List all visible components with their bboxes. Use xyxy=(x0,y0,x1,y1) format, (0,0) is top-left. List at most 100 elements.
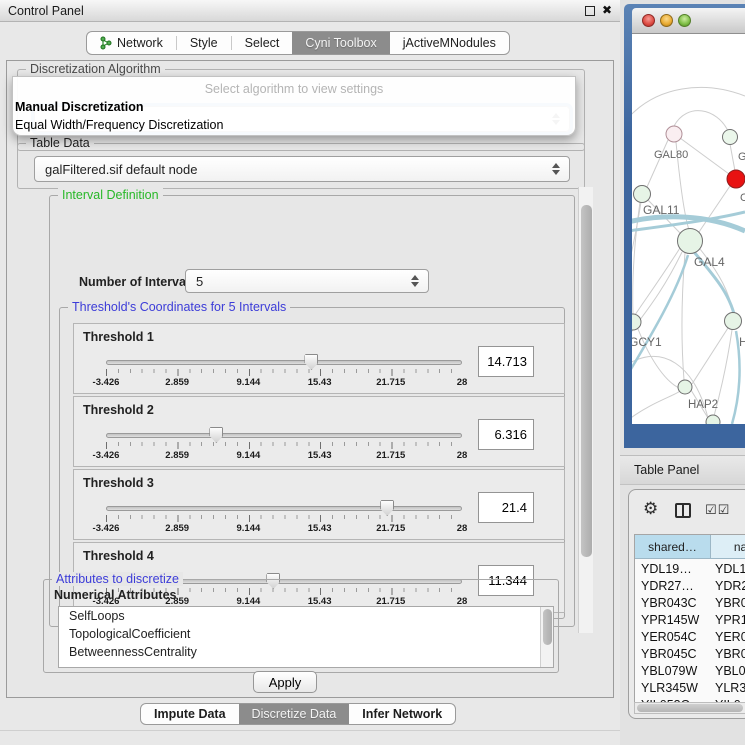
threshold-2-slider[interactable]: -3.426 2.859 9.144 15.43 21.715 28 xyxy=(106,397,462,468)
tick-label: 15.43 xyxy=(308,450,332,461)
node-hap2[interactable] xyxy=(678,380,692,394)
tick-label: 21.715 xyxy=(376,450,405,461)
node-gal80[interactable] xyxy=(666,126,682,142)
table-cell[interactable]: YDR2 xyxy=(715,579,745,596)
divider xyxy=(0,730,620,731)
tick-label: -3.426 xyxy=(93,450,120,461)
threshold-1-slider[interactable]: -3.426 2.859 9.144 15.43 21.715 28 xyxy=(106,324,462,395)
option-equal-width-frequency[interactable]: Equal Width/Frequency Discretization xyxy=(15,118,223,132)
tab-discretize-data[interactable]: Discretize Data xyxy=(239,704,350,724)
scrollbar-thumb[interactable] xyxy=(581,205,592,557)
float-window-icon[interactable] xyxy=(585,6,595,16)
option-manual-discretization[interactable]: Manual Discretization xyxy=(15,100,144,114)
network-graph: GAL80 G C GAL11 GAL4 GCY1 H HAP2 xyxy=(632,34,745,424)
table-cell[interactable]: YPR145W xyxy=(641,613,699,630)
tick-label: 15.43 xyxy=(308,377,332,388)
table-cell[interactable]: YDL1 xyxy=(715,562,745,579)
threshold-2-value-input[interactable] xyxy=(478,419,534,450)
table-cell[interactable]: YBR043C xyxy=(641,596,697,613)
tick-label: 2.859 xyxy=(165,377,189,388)
panel-title: Control Panel xyxy=(8,4,84,18)
table-cell[interactable]: YBR0 xyxy=(715,596,745,613)
node-bottom[interactable] xyxy=(706,415,720,424)
table-cell[interactable]: YDR27… xyxy=(641,579,694,596)
tab-cyni-toolbox-label: Cyni Toolbox xyxy=(305,36,376,50)
close-icon[interactable]: ✖ xyxy=(602,3,612,17)
scrollbar-thumb[interactable] xyxy=(543,609,552,645)
table-cell[interactable]: YBR045C xyxy=(641,647,697,664)
table-cell[interactable]: YBL079W xyxy=(641,664,697,681)
tab-style[interactable]: Style xyxy=(177,32,231,54)
table-cell[interactable]: YER0 xyxy=(715,630,745,647)
attributes-group: Attributes to discretize Numerical Attri… xyxy=(43,579,559,673)
table-cell[interactable]: YDL19… xyxy=(641,562,692,579)
node-gal4[interactable] xyxy=(678,229,703,254)
apply-button[interactable]: Apply xyxy=(253,671,317,693)
node-label-g: G xyxy=(738,151,745,163)
slider-track[interactable] xyxy=(106,360,462,365)
interval-definition-legend: Interval Definition xyxy=(58,188,163,202)
slider-thumb[interactable] xyxy=(380,500,394,516)
close-traffic-light[interactable] xyxy=(642,14,655,27)
zoom-traffic-light[interactable] xyxy=(678,14,691,27)
tab-select[interactable]: Select xyxy=(232,32,293,54)
table-cell[interactable]: YLR3 xyxy=(715,681,745,698)
table-panel-titlebar: Table Panel xyxy=(620,455,745,485)
columns-icon[interactable] xyxy=(675,503,691,518)
node-g[interactable] xyxy=(723,130,738,145)
node-h[interactable] xyxy=(725,313,742,330)
table-cell[interactable]: YBL0 xyxy=(715,664,745,681)
table-panel-title: Table Panel xyxy=(634,463,699,477)
table-cell[interactable]: YBR0 xyxy=(715,647,745,664)
network-icon xyxy=(100,36,112,50)
list-scrollbar[interactable] xyxy=(540,607,553,667)
panel-vertical-scrollbar[interactable] xyxy=(578,187,593,633)
node-gal11[interactable] xyxy=(634,186,651,203)
slider-track[interactable] xyxy=(106,433,462,438)
column-header-shared-name[interactable]: shared… xyxy=(635,535,711,559)
node-label-hap2: HAP2 xyxy=(688,399,718,411)
table-cell[interactable]: YLR345W xyxy=(641,681,698,698)
threshold-3-slider[interactable]: -3.426 2.859 9.144 15.43 21.715 28 xyxy=(106,470,462,541)
list-item[interactable]: SelfLoops xyxy=(59,607,553,625)
table-data-combobox-value: galFiltered.sif default node xyxy=(45,162,197,177)
table-data-combobox[interactable]: galFiltered.sif default node xyxy=(34,156,570,182)
tab-cyni-toolbox[interactable]: Cyni Toolbox xyxy=(292,32,389,54)
node-label-gal80: GAL80 xyxy=(654,149,688,161)
slider-thumb[interactable] xyxy=(209,427,223,443)
tab-network[interactable]: Network xyxy=(87,32,176,54)
network-window-titlebar[interactable] xyxy=(632,8,745,34)
list-item[interactable]: BetweennessCentrality xyxy=(59,643,553,661)
combo-spinner-icon xyxy=(411,275,419,287)
table-cell[interactable]: YER054C xyxy=(641,630,697,647)
scrollbar-thumb[interactable] xyxy=(637,704,743,712)
node-label-h: H xyxy=(739,335,745,349)
thresholds-legend: Threshold's Coordinates for 5 Intervals xyxy=(68,300,290,314)
number-of-intervals-combobox[interactable]: 5 xyxy=(185,269,429,293)
tab-infer-network[interactable]: Infer Network xyxy=(349,704,455,724)
node-gcy1[interactable] xyxy=(632,314,641,330)
combo-spinner-icon xyxy=(552,163,560,175)
threshold-3-value-input[interactable] xyxy=(478,492,534,523)
node-label-c: C xyxy=(740,192,745,204)
select-all-checkbox-icons[interactable]: ☑☑ xyxy=(705,502,730,518)
table-horizontal-scrollbar[interactable] xyxy=(634,702,745,714)
slider-thumb[interactable] xyxy=(304,354,318,370)
table-cell[interactable]: YPR1 xyxy=(715,613,745,630)
tab-style-label: Style xyxy=(190,36,218,50)
tick-label: 2.859 xyxy=(165,523,189,534)
minimize-traffic-light[interactable] xyxy=(660,14,673,27)
threshold-1-value-input[interactable] xyxy=(478,346,534,377)
node-red[interactable] xyxy=(727,170,745,188)
network-canvas[interactable]: GAL80 G C GAL11 GAL4 GCY1 H HAP2 xyxy=(632,34,745,424)
tab-impute-data[interactable]: Impute Data xyxy=(141,704,239,724)
node-table: shared… na YDL19… YDL1 YDR27… YDR2 YBR04… xyxy=(634,534,745,702)
bottom-tabstrip: Impute Data Discretize Data Infer Networ… xyxy=(140,703,456,725)
list-item[interactable]: TopologicalCoefficient xyxy=(59,625,553,643)
tick-label: -3.426 xyxy=(93,523,120,534)
tab-jactivemnodules[interactable]: jActiveMNodules xyxy=(390,32,509,54)
column-header-name[interactable]: na xyxy=(711,535,745,559)
numerical-attributes-list[interactable]: SelfLoops TopologicalCoefficient Between… xyxy=(58,606,554,668)
slider-track[interactable] xyxy=(106,506,462,511)
gear-icon[interactable]: ⚙ xyxy=(643,499,658,519)
